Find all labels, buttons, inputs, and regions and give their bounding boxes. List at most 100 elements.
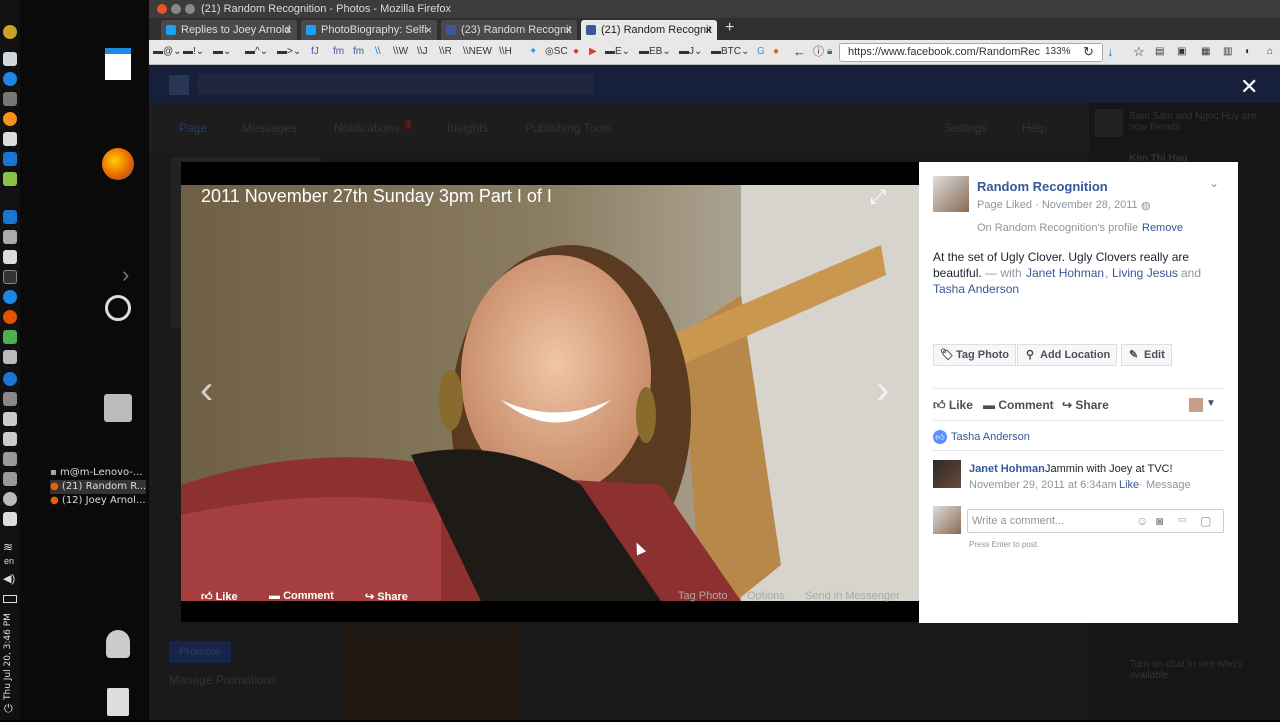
window-item-firefox-2[interactable]: ● (12) Joey Arnol... xyxy=(50,494,146,508)
clock[interactable]: Thu Jul 20, 3:46 PM xyxy=(3,610,17,700)
keyboard-icon[interactable] xyxy=(3,512,17,526)
drive-icon[interactable] xyxy=(3,452,17,466)
edit-button[interactable]: ✎ Edit xyxy=(1121,344,1172,366)
brave-icon[interactable]: ● xyxy=(773,45,779,59)
power-icon[interactable]: ⏻ xyxy=(4,703,13,716)
clipboard-icon[interactable]: ▥ xyxy=(1223,45,1232,59)
indicator-icon[interactable] xyxy=(3,25,17,39)
archive-icon[interactable] xyxy=(98,388,138,428)
tag-photo-button[interactable]: 🏷︎ Tag Photo xyxy=(933,344,1016,366)
close-tab-icon[interactable]: × xyxy=(565,20,572,40)
info-icon[interactable]: ⓘ xyxy=(813,45,824,59)
display-icon[interactable] xyxy=(3,412,17,426)
sticker-icon[interactable]: ▢ xyxy=(1200,514,1211,528)
zoom-level[interactable]: 133% xyxy=(1045,45,1071,59)
comment-message-link[interactable]: Message xyxy=(1146,479,1191,491)
terminal-icon[interactable] xyxy=(3,432,17,446)
bookmark-folder[interactable]: ▬^⌄ xyxy=(245,45,268,59)
battery-icon[interactable] xyxy=(3,595,17,603)
new-tab-button[interactable]: + xyxy=(725,19,734,37)
bookmark-folder-eb[interactable]: ▬EB⌄ xyxy=(639,45,671,59)
comment-author[interactable]: Janet Hohman xyxy=(969,463,1045,475)
photo-share-button[interactable]: ↪ Share xyxy=(365,590,408,603)
comment-like-link[interactable]: Like xyxy=(1119,479,1139,491)
youtube-icon[interactable]: ▶ xyxy=(589,45,597,59)
bitcoin-icon[interactable] xyxy=(3,112,17,126)
close-tab-icon[interactable]: × xyxy=(285,20,292,40)
writer-icon[interactable] xyxy=(98,44,138,84)
chevron-down-icon[interactable]: ⌄ xyxy=(1209,176,1219,190)
bookmark-star-icon[interactable]: ☆ xyxy=(1133,45,1145,59)
volume-icon[interactable]: ◀) xyxy=(3,572,15,585)
tab-random-recognition-21[interactable]: (21) Random Recognit × xyxy=(581,20,717,40)
ticker-item[interactable]: Sam Sam and Ngoc Huy are now friends. xyxy=(1129,111,1269,133)
caret-down-icon[interactable]: ▼ xyxy=(1206,398,1216,409)
text-editor-icon[interactable] xyxy=(3,250,17,264)
close-window-button[interactable] xyxy=(157,4,167,14)
notes-icon[interactable] xyxy=(3,132,17,146)
user-icon[interactable] xyxy=(3,392,17,406)
options-link[interactable]: Options xyxy=(747,590,785,602)
manage-promotions-link[interactable]: Manage Promotions xyxy=(169,673,276,687)
chrome-icon[interactable] xyxy=(3,372,17,386)
post-as-avatar[interactable] xyxy=(1189,398,1203,412)
monitor-icon[interactable] xyxy=(3,270,17,284)
tab-photobiography[interactable]: PhotoBiography: Selfi × xyxy=(301,20,437,40)
download-icon[interactable]: ↓ xyxy=(1107,45,1114,59)
google-icon[interactable]: G xyxy=(757,45,765,59)
reload-icon[interactable]: ↻ xyxy=(1083,45,1094,59)
close-tab-icon[interactable]: × xyxy=(705,20,712,40)
ubuntu-icon[interactable] xyxy=(3,310,17,324)
comment-input[interactable]: Write a comment... ☺ ◙ ▭ ▢ xyxy=(967,509,1224,533)
minimize-window-button[interactable] xyxy=(171,4,181,14)
chat-hint[interactable]: Turn on chat to see who's available. xyxy=(1129,659,1269,681)
photo-like-button[interactable]: 👍︎ Like xyxy=(201,590,238,603)
bookmark-w[interactable]: \\ xyxy=(375,45,381,59)
back-icon[interactable]: ← xyxy=(793,45,806,59)
next-photo-icon[interactable]: › xyxy=(876,368,889,413)
photo-comment-button[interactable]: ▬ Comment xyxy=(269,590,334,602)
eject-icon[interactable] xyxy=(3,92,17,106)
tag-living-jesus[interactable]: Living Jesus xyxy=(1112,266,1178,280)
settings-icon[interactable] xyxy=(3,492,17,506)
bookmark-sc[interactable]: ◎SC xyxy=(545,45,568,59)
commenter-avatar[interactable] xyxy=(933,460,961,488)
liker-name[interactable]: Tasha Anderson xyxy=(951,431,1030,443)
tag-photo-link[interactable]: Tag Photo xyxy=(678,590,728,602)
wifi-icon[interactable]: ≋ xyxy=(3,540,13,554)
maximize-window-button[interactable] xyxy=(185,4,195,14)
tag-janet[interactable]: Janet Hohman xyxy=(1026,266,1104,280)
grid-icon[interactable] xyxy=(3,210,17,224)
sync-icon[interactable]: ◐ xyxy=(1245,45,1251,59)
emoji-icon[interactable]: ☺ xyxy=(1136,514,1148,528)
user-switch-icon[interactable] xyxy=(98,624,138,664)
nav-notifications[interactable]: Notifications xyxy=(334,121,399,135)
camera-icon[interactable]: ◙ xyxy=(1156,514,1163,528)
tag-tasha[interactable]: Tasha Anderson xyxy=(933,282,1019,296)
comment-button[interactable]: ▬ Comment xyxy=(983,398,1054,412)
close-icon[interactable]: ✕ xyxy=(1240,74,1258,100)
car-icon[interactable] xyxy=(3,472,17,486)
nav-insights[interactable]: Insights xyxy=(447,121,488,135)
previous-photo-icon[interactable]: ‹ xyxy=(200,368,213,413)
comment-time[interactable]: November 29, 2011 at 6:34am xyxy=(969,479,1117,491)
bookmark-fb-m2[interactable]: fm xyxy=(353,45,364,59)
bookmark-folder[interactable]: ▬@⌄ xyxy=(153,45,182,59)
page-avatar[interactable] xyxy=(933,176,969,212)
youtube-toolbar-icon[interactable]: ▣ xyxy=(1177,45,1186,59)
atom-icon[interactable] xyxy=(3,72,17,86)
bookmark-ww[interactable]: \\W xyxy=(393,45,408,59)
facebook-search-input[interactable] xyxy=(197,73,593,95)
trash-icon[interactable] xyxy=(98,682,138,722)
tab-replies[interactable]: Replies to Joey Arnold × xyxy=(161,20,297,40)
bookmark-new[interactable]: \\NEW xyxy=(463,45,492,59)
bookmark-wr[interactable]: \\R xyxy=(439,45,452,59)
bookmark-folder-j[interactable]: ▬J⌄ xyxy=(679,45,702,59)
promote-button[interactable]: Promote xyxy=(169,641,231,663)
firefox-icon[interactable] xyxy=(98,144,138,184)
close-tab-icon[interactable]: × xyxy=(425,20,432,40)
browser-icon[interactable] xyxy=(3,290,17,304)
chevron-right-icon[interactable]: › xyxy=(122,262,129,288)
chart-icon[interactable] xyxy=(3,330,17,344)
nav-help[interactable]: Help xyxy=(1022,121,1047,135)
